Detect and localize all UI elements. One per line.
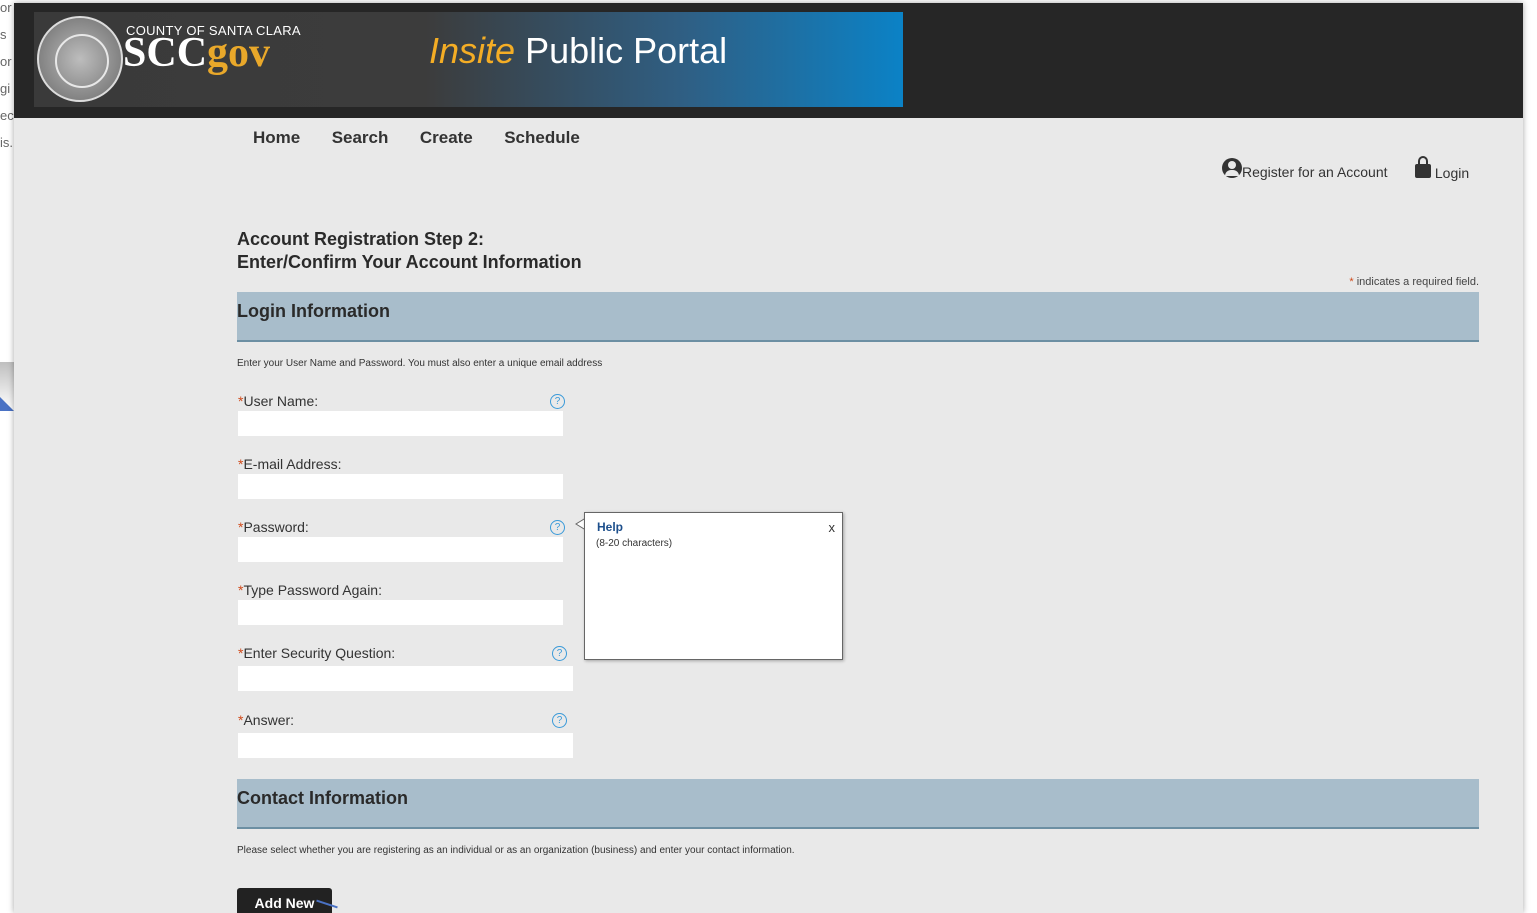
contact-intro-text: Please select whether you are registerin… — [237, 845, 795, 856]
security-question-input[interactable] — [238, 666, 573, 691]
email-label-text: E-mail Address: — [243, 456, 342, 472]
main-nav: Home Search Create Schedule — [253, 128, 607, 148]
annotation-arrow — [0, 397, 14, 411]
security-question-label-text: Enter Security Question: — [243, 645, 396, 661]
nav-schedule[interactable]: Schedule — [504, 128, 580, 148]
password-input[interactable] — [238, 537, 563, 562]
username-input[interactable] — [238, 411, 563, 436]
security-question-label: *Enter Security Question: — [238, 645, 395, 661]
username-label-text: User Name: — [243, 393, 319, 409]
logo-suffix: gov — [207, 30, 271, 76]
required-star: * — [1349, 276, 1354, 288]
login-intro-text: Enter your User Name and Password. You m… — [237, 358, 603, 369]
user-icon — [1222, 158, 1242, 178]
confirm-password-label: *Type Password Again: — [238, 582, 382, 598]
help-popup: Help (8-20 characters) x — [584, 512, 843, 660]
confirm-password-input[interactable] — [238, 600, 563, 625]
email-input[interactable] — [238, 474, 563, 499]
background-text: or — [0, 0, 12, 15]
close-icon[interactable]: x — [829, 520, 836, 535]
confirm-password-label-text: Type Password Again: — [243, 582, 382, 598]
contact-section-header: Contact Information — [237, 779, 1479, 829]
help-popup-body: (8-20 characters) — [596, 538, 673, 549]
password-label-text: Password: — [243, 519, 309, 535]
password-label: *Password: — [238, 519, 309, 535]
email-label: *E-mail Address: — [238, 456, 342, 472]
page-title-line2: Enter/Confirm Your Account Information — [237, 252, 582, 272]
required-note-text: indicates a required field. — [1356, 276, 1479, 288]
page-title-line1: Account Registration Step 2: — [237, 229, 485, 249]
help-icon[interactable]: ? — [550, 394, 565, 409]
portal-title-prefix: Insite — [429, 30, 516, 71]
background-text: or — [0, 54, 12, 69]
portal-banner: COUNTY OF SANTA CLARA SCCgov Insite Publ… — [34, 12, 903, 107]
help-icon[interactable]: ? — [550, 520, 565, 535]
sccgov-logo: SCCgov — [123, 32, 270, 74]
help-icon[interactable]: ? — [552, 713, 567, 728]
answer-label: *Answer: — [238, 712, 294, 728]
portal-title-suffix: Public Portal — [525, 30, 728, 71]
required-field-note: * indicates a required field. — [1349, 276, 1479, 288]
login-section-header: Login Information — [237, 292, 1479, 342]
help-icon[interactable]: ? — [552, 646, 567, 661]
contact-section-title: Contact Information — [237, 788, 408, 808]
nav-home[interactable]: Home — [253, 128, 300, 148]
lock-icon — [1415, 156, 1431, 178]
county-seal-logo — [37, 16, 123, 102]
username-label: *User Name: — [238, 393, 318, 409]
browser-page: COUNTY OF SANTA CLARA SCCgov Insite Publ… — [14, 3, 1523, 913]
background-text: ec — [0, 108, 14, 123]
help-popup-title: Help — [597, 520, 624, 534]
login-label: Login — [1434, 165, 1470, 181]
answer-label-text: Answer: — [243, 712, 295, 728]
login-section-title: Login Information — [237, 301, 390, 321]
background-text: gi — [0, 81, 11, 96]
page-title: Account Registration Step 2: Enter/Confi… — [237, 228, 582, 274]
register-label: Register for an Account — [1242, 164, 1388, 180]
register-link[interactable]: Register for an Account — [1222, 158, 1388, 180]
answer-input[interactable] — [238, 733, 573, 758]
login-link[interactable]: Login — [1415, 156, 1469, 181]
background-text: is. — [0, 135, 13, 150]
nav-create[interactable]: Create — [420, 128, 473, 148]
portal-title: Insite Public Portal — [429, 30, 727, 72]
nav-search[interactable]: Search — [332, 128, 389, 148]
logo-prefix: SCC — [123, 30, 208, 76]
background-text: s — [0, 27, 7, 42]
header-bar: COUNTY OF SANTA CLARA SCCgov Insite Publ… — [14, 3, 1523, 118]
